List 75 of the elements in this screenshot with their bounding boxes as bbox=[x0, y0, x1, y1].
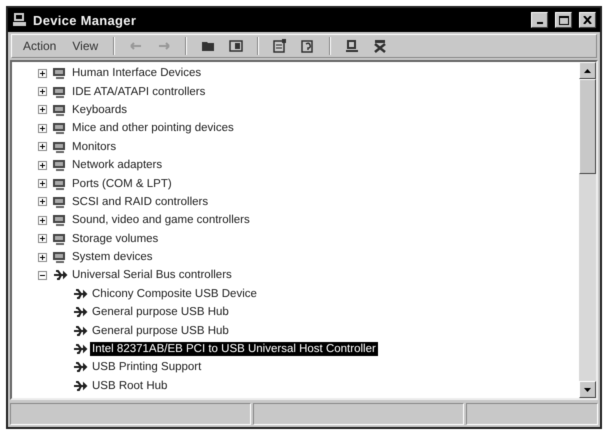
device-icon bbox=[52, 121, 68, 136]
tree-item[interactable]: Human Interface Devices bbox=[70, 66, 204, 80]
plus-icon bbox=[39, 106, 46, 114]
tree-item[interactable]: USB Root Hub bbox=[90, 378, 170, 393]
up-arrow-icon bbox=[584, 68, 591, 72]
expand-button[interactable] bbox=[38, 216, 47, 225]
expand-button[interactable] bbox=[38, 179, 47, 188]
plus-icon bbox=[39, 180, 46, 188]
menu-item[interactable]: Action bbox=[16, 37, 64, 55]
close-icon bbox=[583, 16, 592, 24]
plus-icon bbox=[39, 235, 46, 242]
expand-button[interactable] bbox=[38, 87, 47, 96]
panel-icon bbox=[229, 40, 244, 52]
tree-item[interactable]: Monitors bbox=[70, 140, 118, 154]
scroll-thumb[interactable] bbox=[579, 79, 596, 174]
device-icon bbox=[52, 250, 68, 264]
plus-icon bbox=[39, 216, 46, 224]
tree-item[interactable]: General purpose USB Hub bbox=[90, 305, 231, 320]
plus-icon bbox=[39, 254, 46, 261]
plus-icon bbox=[39, 198, 46, 206]
expand-button[interactable] bbox=[38, 234, 47, 244]
expand-button[interactable] bbox=[38, 105, 47, 114]
scrollbar[interactable] bbox=[579, 62, 596, 398]
device-icon bbox=[52, 66, 68, 80]
forward-arrow-icon bbox=[158, 42, 170, 50]
down-arrow-icon bbox=[584, 388, 591, 392]
tree-item[interactable]: Network adapters bbox=[70, 158, 164, 172]
tree-item[interactable]: Storage volumes bbox=[70, 232, 160, 246]
help-icon bbox=[301, 39, 316, 53]
properties-icon bbox=[273, 39, 288, 53]
plus-icon bbox=[39, 124, 46, 132]
tree-item[interactable]: Chicony Composite USB Device bbox=[90, 286, 259, 301]
scroll-up-button[interactable] bbox=[579, 62, 596, 79]
expand-button[interactable] bbox=[38, 124, 47, 133]
expand-button[interactable] bbox=[38, 197, 47, 206]
tree-item[interactable]: Universal Serial Bus controllers bbox=[70, 268, 234, 282]
scroll-down-button[interactable] bbox=[579, 381, 596, 398]
tree-item[interactable]: Keyboards bbox=[70, 102, 129, 117]
tree-item[interactable]: General purpose USB Hub bbox=[90, 324, 231, 338]
window-title: Device Manager bbox=[33, 12, 138, 28]
device-icon bbox=[52, 176, 68, 191]
tree-item[interactable]: Mice and other pointing devices bbox=[70, 121, 236, 136]
tree-item[interactable]: SCSI and RAID controllers bbox=[70, 194, 210, 209]
device-icon bbox=[52, 232, 68, 246]
collapse-button[interactable] bbox=[38, 270, 47, 280]
device-icon bbox=[52, 213, 68, 228]
plus-icon bbox=[39, 70, 46, 77]
folder-icon bbox=[201, 40, 216, 52]
plus-icon bbox=[39, 88, 46, 96]
device-icon bbox=[52, 84, 68, 99]
device-icon bbox=[52, 194, 68, 209]
tree-item[interactable]: Ports (COM & LPT) bbox=[70, 176, 174, 191]
maximize-button[interactable] bbox=[555, 12, 572, 28]
minimize-button[interactable] bbox=[531, 12, 548, 28]
maximize-icon bbox=[558, 16, 568, 24]
expand-button[interactable] bbox=[38, 68, 47, 78]
expand-button[interactable] bbox=[38, 252, 47, 262]
remove-icon bbox=[373, 39, 388, 53]
tree-item[interactable]: USB Printing Support bbox=[90, 360, 204, 374]
tree-item[interactable]: IDE ATA/ATAPI controllers bbox=[70, 84, 208, 99]
plus-icon bbox=[39, 162, 46, 169]
expand-button[interactable] bbox=[38, 160, 47, 170]
expand-button[interactable] bbox=[38, 142, 47, 152]
scan-icon bbox=[345, 39, 360, 53]
tree-item[interactable]: System devices bbox=[70, 250, 155, 264]
computer-icon bbox=[12, 12, 28, 28]
close-button[interactable] bbox=[579, 12, 596, 28]
tree-item[interactable]: Intel 82371AB/EB PCI to USB Universal Host Controller bbox=[90, 342, 378, 356]
back-arrow-icon bbox=[130, 42, 142, 50]
plus-icon bbox=[39, 143, 46, 150]
device-icon bbox=[52, 140, 68, 154]
menu-item[interactable]: View bbox=[65, 37, 106, 55]
device-icon bbox=[52, 158, 68, 172]
tree-item[interactable]: Sound, video and game controllers bbox=[70, 213, 252, 228]
device-icon bbox=[52, 102, 68, 117]
